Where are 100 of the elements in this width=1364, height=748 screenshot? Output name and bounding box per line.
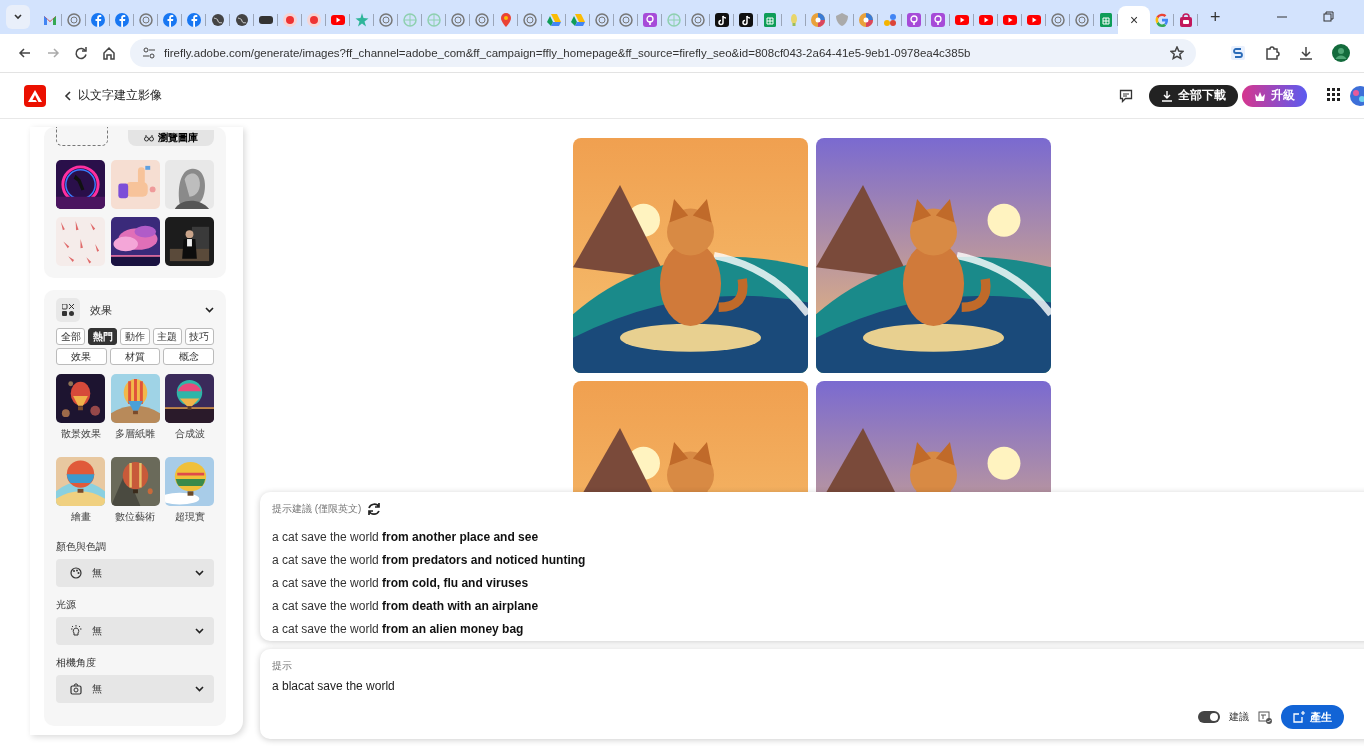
puzzle-icon [1264, 45, 1280, 61]
suggestion-item[interactable]: a cat save the world from death with an airplane [272, 595, 1362, 618]
download-icon [1298, 45, 1314, 61]
generate-button[interactable]: 產生 [1281, 705, 1344, 729]
palette-icon [70, 567, 82, 579]
globe-icon [618, 12, 634, 28]
binoculars-icon [144, 134, 154, 142]
bookmark-star-icon [1170, 46, 1184, 60]
browse-gallery-button[interactable]: 瀏覽圖庫 [128, 130, 214, 146]
tab-search-button[interactable] [6, 5, 30, 29]
effect-label[interactable]: 合成波 [174, 427, 205, 441]
filter-chip[interactable]: 效果 [56, 348, 107, 365]
restore-icon [1322, 11, 1334, 23]
reload-icon [74, 46, 88, 60]
site-info-icon [142, 46, 156, 60]
effect-label[interactable]: 數位藝術 [115, 510, 155, 524]
suggestion-item[interactable]: a cat save the world from cold, flu and viruses [272, 572, 1362, 595]
record-icon [306, 12, 322, 28]
dots-icon [882, 12, 898, 28]
filter-chip[interactable]: 全部 [56, 328, 86, 345]
triangle-icon [546, 12, 562, 28]
setting-label: 顏色與色調 [56, 540, 107, 554]
filter-chip[interactable]: 概念 [163, 348, 214, 365]
play-icon [978, 12, 994, 28]
toggle-label: 建議 [1229, 710, 1249, 724]
suggestions-title: 提示建議 (僅限英文) [272, 502, 362, 516]
prompt-field[interactable]: a blacat save the world [272, 679, 395, 693]
note-icon [738, 12, 754, 28]
podcast-icon [906, 12, 922, 28]
suggestion-item[interactable]: a cat save the world from another place and see [272, 526, 1362, 549]
globe-icon [138, 12, 154, 28]
effect-label[interactable]: 散景效果 [60, 427, 101, 441]
globe-icon [378, 12, 394, 28]
play-icon [954, 12, 970, 28]
filter-chip[interactable]: 技巧 [184, 328, 214, 345]
browser-tab[interactable]: × [1118, 6, 1150, 34]
avatar-icon [1350, 85, 1364, 106]
facebook-icon [162, 12, 178, 28]
effect-label[interactable]: 繪畫 [70, 510, 91, 524]
section-title: 效果 [90, 302, 112, 318]
home-icon [102, 46, 116, 60]
lightbulb-icon [70, 625, 82, 637]
filter-chip[interactable]: 主題 [152, 328, 182, 345]
content-credentials-icon [1258, 710, 1272, 724]
suggestion-item[interactable]: a cat save the world from predators and noticed hunting [272, 549, 1362, 572]
forward-icon [46, 46, 60, 60]
setting-dropdown[interactable]: 無 [56, 559, 214, 587]
address-bar[interactable]: firefly.adobe.com/generate/images?ff_channel=adobe_com&ff_campaign=ffly_homepage&ff_source=firefly_seo&id=808cf043-2a64-41e5-9eb1-0978ea4c385b [130, 39, 1196, 67]
chevron-down-icon [195, 628, 204, 634]
effects-icon [62, 304, 74, 316]
app-grid-icon [1327, 87, 1340, 101]
app-logo[interactable] [24, 84, 46, 107]
upgrade-button[interactable]: 升級 [1242, 84, 1307, 107]
facebook-icon [186, 12, 202, 28]
suggestions-toggle[interactable] [1198, 711, 1220, 723]
record-icon [282, 12, 298, 28]
globe-icon [234, 12, 250, 28]
effect-label[interactable]: 多層紙雕 [115, 427, 155, 441]
filter-chip[interactable]: 動作 [120, 328, 150, 345]
play-icon [330, 12, 346, 28]
new-tab-button[interactable]: + [1206, 6, 1225, 28]
globe-icon [522, 12, 538, 28]
bag-icon [1178, 12, 1194, 28]
download-all-button[interactable]: 全部下載 [1149, 84, 1238, 107]
google-icon [1154, 12, 1170, 28]
download-icon [1161, 89, 1173, 102]
play-icon [1026, 12, 1042, 28]
suggestion-item[interactable]: a cat save the world from an alien money bag [272, 618, 1362, 641]
globe-icon [66, 12, 82, 28]
setting-dropdown[interactable]: 無 [56, 675, 214, 703]
close-tab-button[interactable]: × [1129, 12, 1139, 28]
play-icon [1002, 12, 1018, 28]
filter-chip[interactable]: 材質 [109, 348, 161, 365]
setting-dropdown[interactable]: 無 [56, 617, 214, 645]
facebook-icon [90, 12, 106, 28]
sheet-icon [762, 12, 778, 28]
podcast-icon [930, 12, 946, 28]
extension-icon [1230, 45, 1246, 61]
podcast-icon [642, 12, 658, 28]
page-title: 以文字建立影像 [78, 87, 162, 104]
globe-icon [1050, 12, 1066, 28]
globe-icon [402, 12, 418, 28]
globe-icon [426, 12, 442, 28]
effect-label[interactable]: 超現實 [174, 510, 205, 524]
globe-icon [450, 12, 466, 28]
chevron-down-icon [13, 12, 23, 22]
prompt-label: 提示 [272, 659, 293, 673]
sheet-icon [1098, 12, 1114, 28]
upload-drop-zone[interactable] [56, 127, 108, 146]
chevron-down-icon [205, 307, 214, 313]
globe-icon [690, 12, 706, 28]
chevron-down-icon [195, 686, 204, 692]
crown-icon [1254, 90, 1266, 101]
wheel-icon [858, 12, 874, 28]
globe-icon [474, 12, 490, 28]
filter-chip[interactable]: 熱門 [88, 328, 118, 345]
setting-label: 光源 [56, 598, 77, 612]
back-icon [18, 46, 32, 60]
url-text: firefly.adobe.com/generate/images?ff_channel=adobe_com&ff_campaign=ffly_homepage&ff_source=firefly_seo&id=808cf043-2a64-41e5-9eb1-0978ea4c385b [164, 47, 972, 59]
globe-icon [210, 12, 226, 28]
